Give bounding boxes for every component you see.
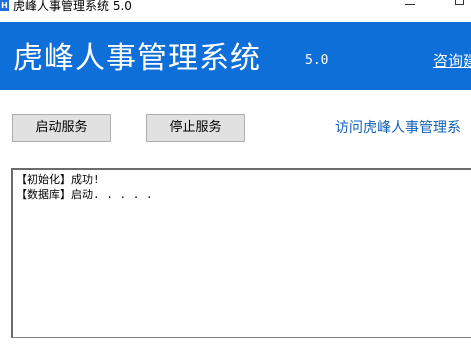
header-title: 虎峰人事管理系统 (13, 41, 261, 76)
stop-service-button[interactable]: 停止服务 (146, 114, 245, 142)
version-label: 5.0 (305, 53, 329, 68)
visit-system-link[interactable]: 访问虎峰人事管理系 (335, 117, 461, 137)
log-line: 【数据库】启动. . . . . (16, 188, 153, 201)
minimize-icon[interactable] (405, 4, 415, 5)
log-line: 【初始化】成功! (16, 173, 100, 186)
maximize-icon[interactable] (455, 0, 464, 5)
app-header: 虎峰人事管理系统 5.0 咨询建 (0, 22, 471, 90)
consult-link[interactable]: 咨询建 (433, 50, 471, 71)
title-bar: H 虎峰人事管理系统 5.0 (0, 0, 471, 14)
app-icon: H (0, 0, 9, 11)
window-title: 虎峰人事管理系统 5.0 (13, 0, 132, 13)
start-service-button[interactable]: 启动服务 (12, 114, 111, 142)
app-window: H 虎峰人事管理系统 5.0 虎峰人事管理系统 5.0 咨询建 启动服务 停止服… (0, 0, 471, 346)
log-output[interactable]: 【初始化】成功! 【数据库】启动. . . . . (11, 168, 471, 338)
